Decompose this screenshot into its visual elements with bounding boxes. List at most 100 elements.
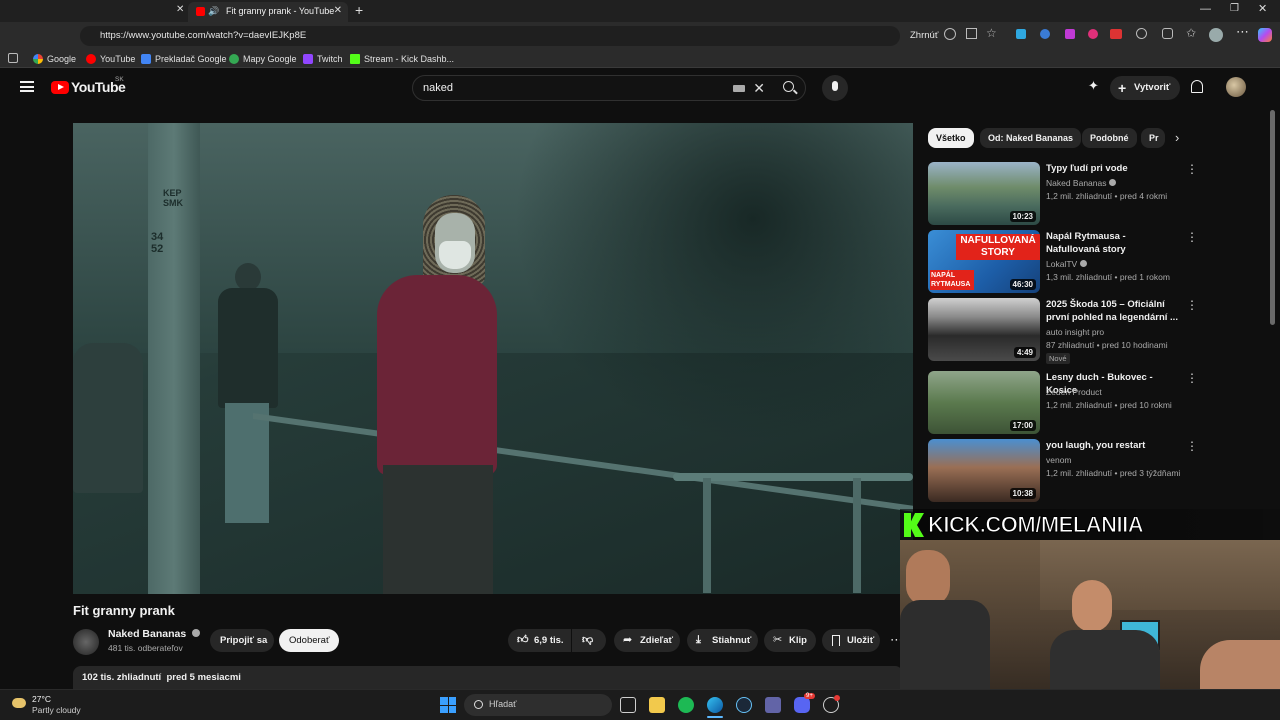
share-button[interactable]: ➦ Zdieľať <box>614 629 680 652</box>
new-tab-button[interactable]: + <box>355 2 363 18</box>
tab-kick-dashboard[interactable] <box>160 2 190 22</box>
kick-banner-text: KICK.COM/MELANIIA <box>927 512 1144 538</box>
download-icon: ⤓ <box>696 634 701 646</box>
more-options-icon[interactable]: ⋮ <box>1186 298 1198 312</box>
account-avatar[interactable] <box>1226 77 1246 97</box>
more-options-icon[interactable]: ⋮ <box>1186 439 1198 453</box>
channel-name-text: Naked Bananas <box>108 628 187 640</box>
new-badge: Nové <box>1046 353 1070 364</box>
thumbs-up-icon: 👍︎ <box>517 634 529 646</box>
maximize-button[interactable]: ❐ <box>1230 3 1239 14</box>
ai-sparkle-icon[interactable]: ✦ <box>1088 78 1099 94</box>
taskbar-search-input[interactable]: Hľadať <box>464 694 612 716</box>
join-button[interactable]: Pripojiť sa <box>210 629 274 652</box>
tab-youtube[interactable]: 🔊 Fit granny prank - YouTube ✕ <box>188 2 348 22</box>
bookmark-youtube[interactable]: YouTube <box>86 52 135 66</box>
subscribe-label: Odoberať <box>289 635 330 646</box>
start-button[interactable] <box>440 697 456 713</box>
minimize-button[interactable]: — <box>1200 3 1211 15</box>
chip-from-channel[interactable]: Od: Naked Bananas <box>980 128 1082 148</box>
notifications-bell-icon[interactable] <box>1191 80 1203 93</box>
maps-pin-icon <box>229 54 239 64</box>
more-options-icon[interactable]: ⋮ <box>1186 371 1198 385</box>
recommendation-thumbnail[interactable]: 10:38 <box>928 439 1040 502</box>
extensions-grid-icon[interactable] <box>966 28 977 39</box>
subscribe-button[interactable]: Odoberať <box>279 629 339 652</box>
file-explorer-icon[interactable] <box>649 697 665 713</box>
task-view-icon[interactable] <box>620 697 636 713</box>
extension-icon[interactable] <box>1065 29 1075 39</box>
tab-title: Fit granny prank - YouTube <box>226 6 335 16</box>
recommendation-title: 2025 Škoda 105 – Oficiální první pohled … <box>1046 299 1178 323</box>
discord-icon[interactable] <box>794 697 810 713</box>
extensions-puzzle-icon[interactable] <box>1162 28 1173 39</box>
clip-button[interactable]: ✂ Klip <box>764 629 816 652</box>
more-options-icon[interactable]: ⋮ <box>1186 230 1198 244</box>
dislike-button[interactable]: 👎︎ <box>572 629 606 652</box>
recommendation-item[interactable]: 10:38 you laugh, you restart venom 1,2 m… <box>928 439 1228 503</box>
recommendation-item[interactable]: 10:23 Typy ľudí pri vode Naked Bananas 1… <box>928 162 1228 226</box>
save-button[interactable]: Uložiť <box>822 629 880 652</box>
search-input[interactable]: naked ✕ <box>412 75 806 101</box>
url-field[interactable]: https://www.youtube.com/watch?v=daevIEJK… <box>80 26 900 46</box>
thumbnail-text: NAPÁL RYTMAUSA <box>930 270 974 290</box>
recommendation-thumbnail[interactable]: 10:23 <box>928 162 1040 225</box>
extension-icon[interactable] <box>1110 29 1122 39</box>
recommendation-meta: 1,3 mil. zhliadnutí • pred 1 rokom <box>1046 272 1170 282</box>
join-label: Pripojiť sa <box>220 635 268 646</box>
search-button[interactable] <box>776 75 806 101</box>
channel-name[interactable]: Naked Bananas <box>108 628 201 640</box>
close-window-button[interactable]: ✕ <box>1258 2 1267 15</box>
bookmark-translate[interactable]: Prekladač Google <box>141 52 227 66</box>
spotify-icon[interactable] <box>678 697 694 713</box>
duration-badge: 10:23 <box>1009 211 1036 222</box>
youtube-header: YouTube SK naked ✕ ✦ + Vytvoriť <box>0 68 1280 108</box>
summarize-button[interactable]: Zhrnúť <box>910 30 938 41</box>
video-player[interactable]: KEP SMK 34 52 <box>73 123 913 594</box>
recommendation-thumbnail[interactable]: 4:49 <box>928 298 1040 361</box>
kick-tab-close-icon[interactable]: ✕ <box>176 4 184 15</box>
bookmarks-folder-icon[interactable] <box>8 53 18 63</box>
bookmark-google[interactable]: Google <box>33 52 76 66</box>
weather-widget[interactable]: 27°C Partly cloudy <box>10 694 120 718</box>
chip-related[interactable]: Podobné <box>1082 128 1137 148</box>
translate-icon[interactable] <box>944 28 956 40</box>
chip-more[interactable]: Pr <box>1141 128 1165 148</box>
steam-icon[interactable] <box>736 697 752 713</box>
create-button[interactable]: + Vytvoriť <box>1110 76 1180 100</box>
extension-icon[interactable] <box>1016 29 1026 39</box>
menu-hamburger-icon[interactable] <box>20 81 34 92</box>
recommendation-thumbnail[interactable]: NAFULLOVANÁ STORY NAPÁL RYTMAUSA 46:30 <box>928 230 1040 293</box>
clear-search-icon[interactable]: ✕ <box>753 76 765 100</box>
youtube-favicon-icon <box>196 7 205 16</box>
channel-avatar[interactable] <box>73 629 99 655</box>
teams-icon[interactable] <box>765 697 781 713</box>
sync-icon[interactable] <box>1136 28 1147 39</box>
chip-all[interactable]: Všetko <box>928 128 974 148</box>
favorite-star-icon[interactable]: ☆ <box>986 26 997 40</box>
chips-next-chevron-icon[interactable]: › <box>1175 130 1179 145</box>
recommendation-item[interactable]: NAFULLOVANÁ STORY NAPÁL RYTMAUSA 46:30 N… <box>928 230 1228 294</box>
page-scrollbar[interactable] <box>1270 110 1275 325</box>
keyboard-icon[interactable] <box>733 85 745 92</box>
recommendation-item[interactable]: 4:49 2025 Škoda 105 – Oficiální první po… <box>928 298 1228 364</box>
like-button[interactable]: 👍︎ 6,9 tis. <box>508 629 571 652</box>
copilot-icon[interactable] <box>1258 28 1272 42</box>
recommendation-item[interactable]: 17:00 Lesny duch - Bukovec - Kosice Zede… <box>928 371 1228 435</box>
more-menu-icon[interactable]: ⋯ <box>1236 24 1249 40</box>
recommendation-thumbnail[interactable]: 17:00 <box>928 371 1040 434</box>
bookmark-maps[interactable]: Mapy Google <box>229 52 297 66</box>
more-options-icon[interactable]: ⋮ <box>1186 162 1198 176</box>
collections-icon[interactable]: ✩ <box>1186 26 1196 40</box>
edge-icon[interactable] <box>707 697 723 713</box>
bookmark-twitch[interactable]: Twitch <box>303 52 343 66</box>
bookmark-kick[interactable]: Stream - Kick Dashb... <box>350 52 454 66</box>
voice-search-button[interactable] <box>822 75 848 101</box>
close-tab-icon[interactable]: ✕ <box>334 2 342 20</box>
bookmark-label: Mapy Google <box>243 54 297 64</box>
extension-icon[interactable] <box>1088 29 1098 39</box>
download-button[interactable]: ⤓ Stiahnuť <box>687 629 758 652</box>
extension-icon[interactable] <box>1040 29 1050 39</box>
bookmark-label: YouTube <box>100 54 136 64</box>
profile-avatar[interactable] <box>1209 28 1223 42</box>
